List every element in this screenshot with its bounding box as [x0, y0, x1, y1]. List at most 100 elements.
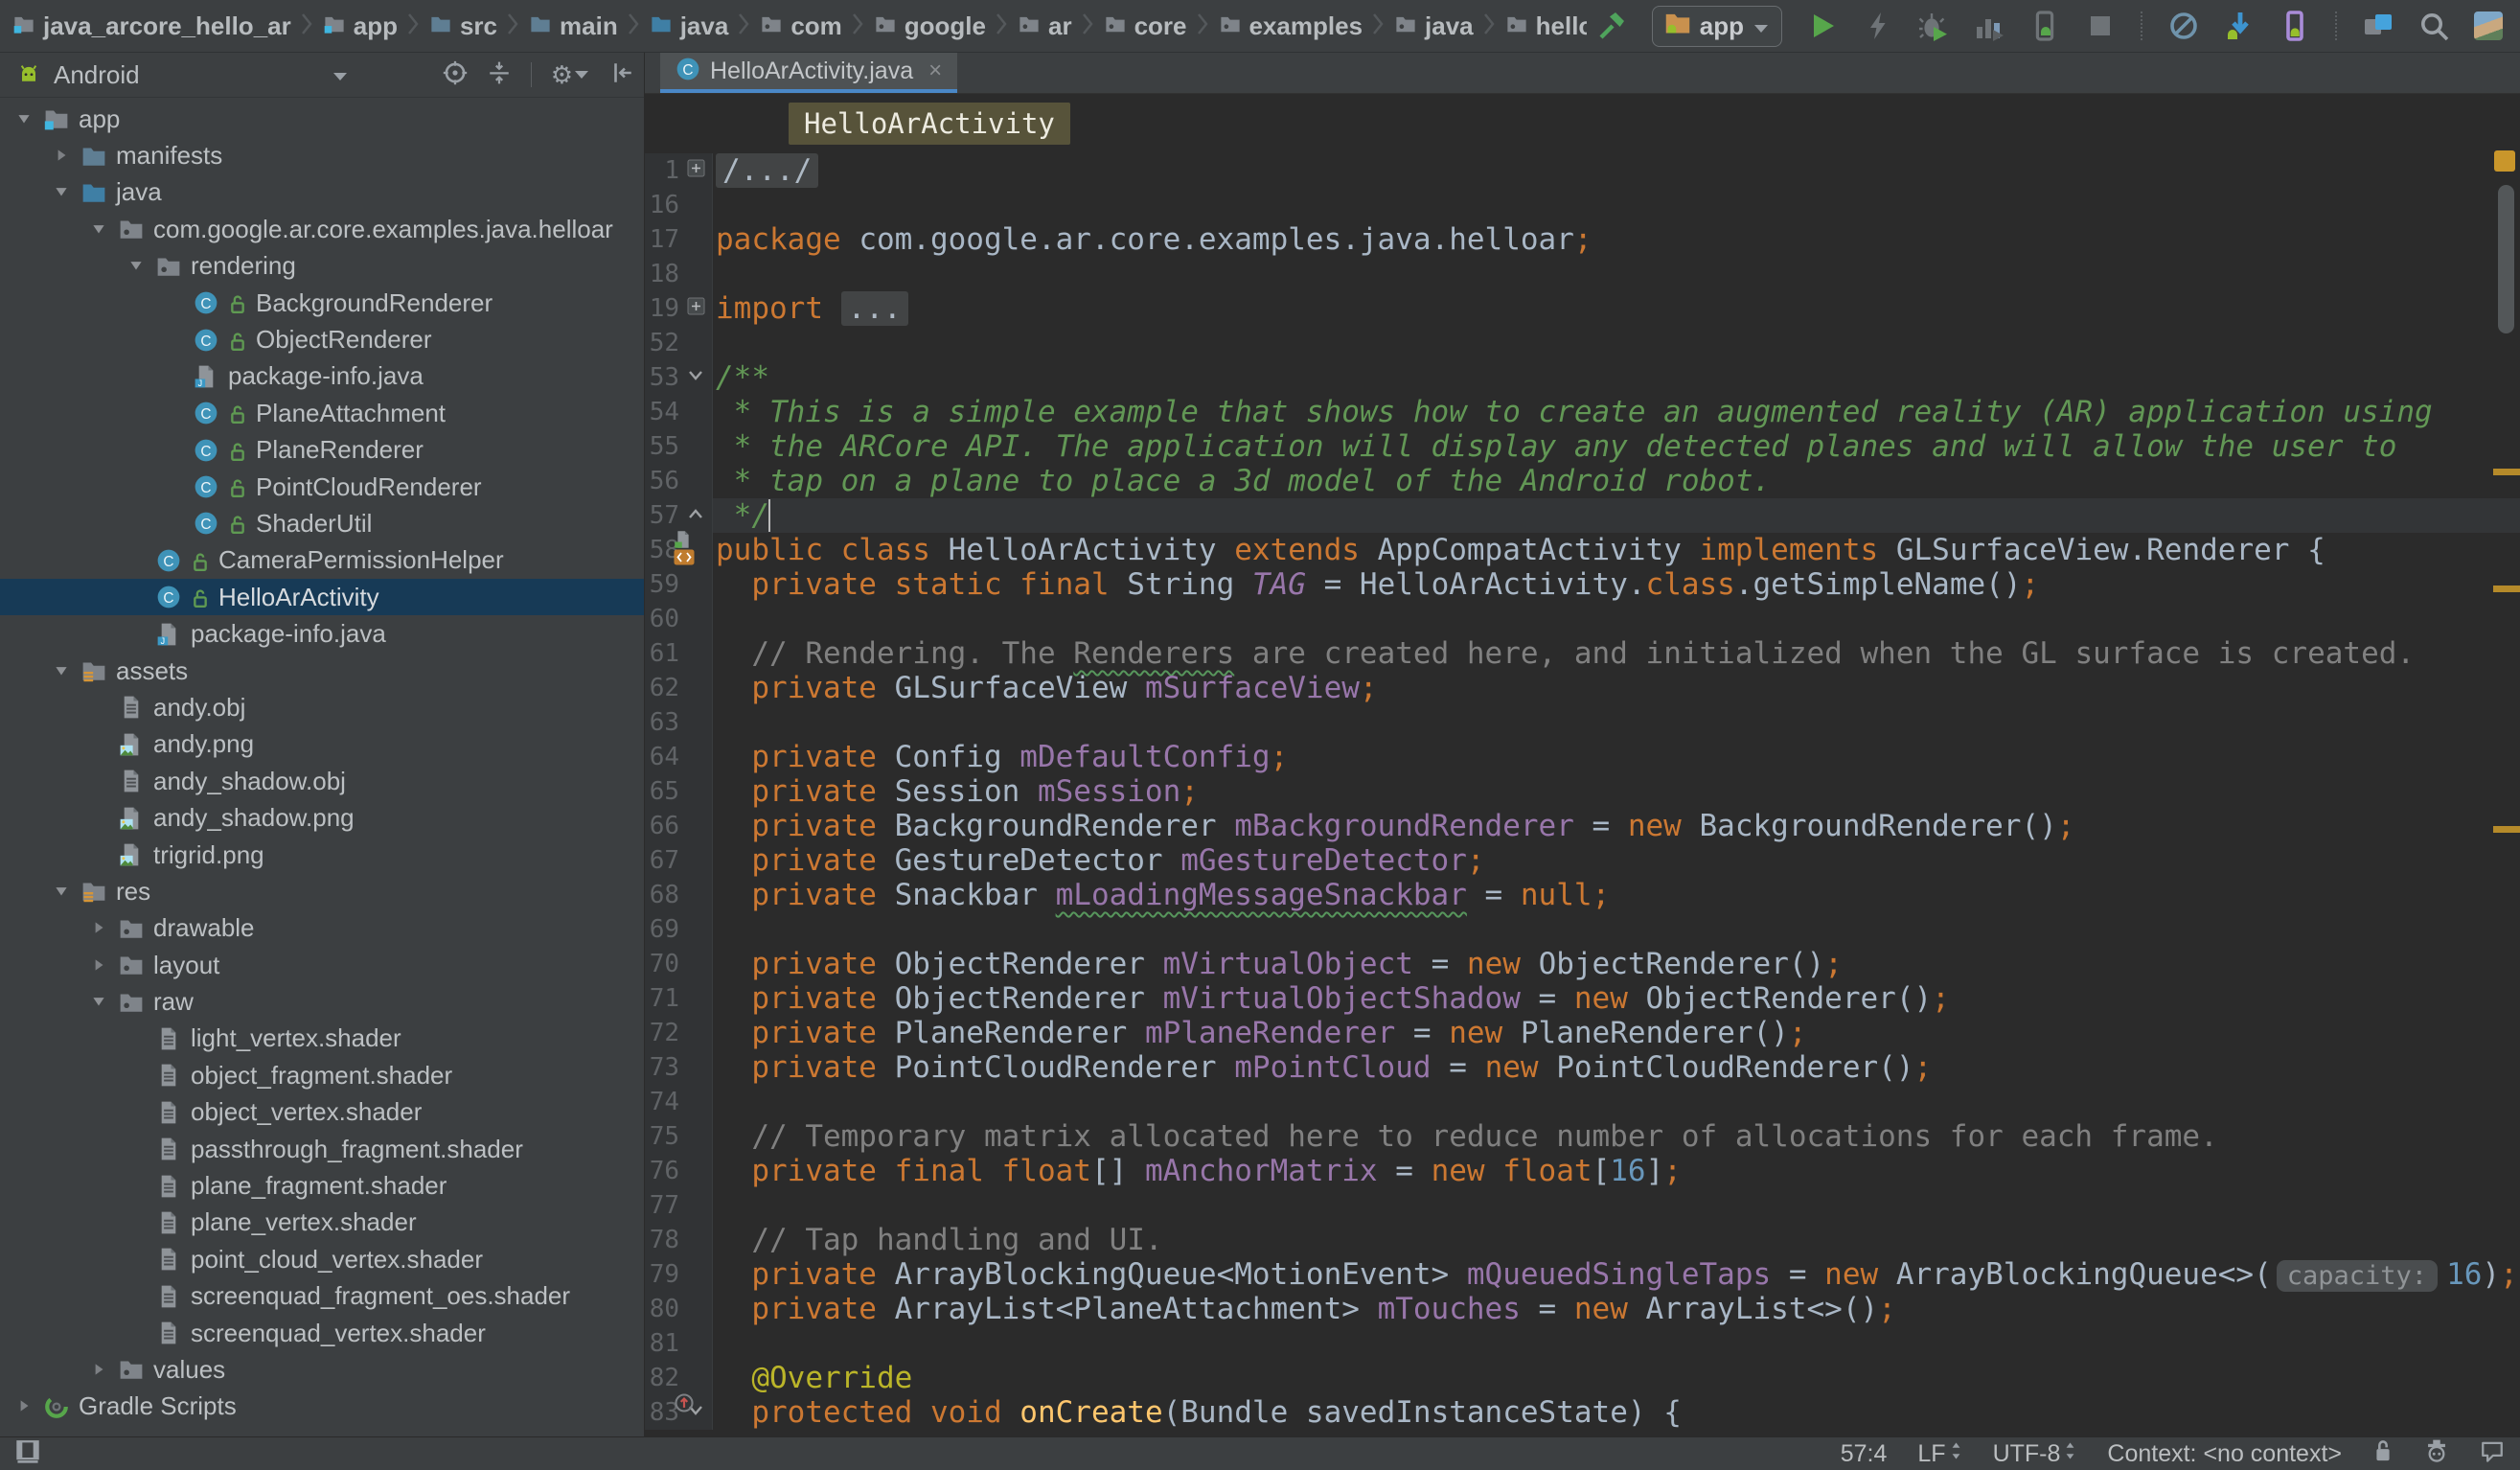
tree-item-plane-fragment-shader[interactable]: plane_fragment.shader — [0, 1167, 644, 1204]
stop-icon[interactable] — [2085, 11, 2116, 41]
tree-item-values[interactable]: values — [0, 1351, 644, 1388]
breadcrumb-item-java_arcore_hello_ar[interactable]: java_arcore_hello_ar — [13, 11, 291, 41]
lock-icon[interactable] — [2372, 1438, 2394, 1470]
code-line-77[interactable]: 77 — [645, 1188, 2520, 1223]
breadcrumb-item-ar[interactable]: ar — [1019, 11, 1072, 41]
fold-marker-icon[interactable] — [686, 368, 705, 388]
code-line-55[interactable]: 55 * the ARCore API. The application wil… — [645, 429, 2520, 464]
tree-item-screenquad-vertex-shader[interactable]: screenquad_vertex.shader — [0, 1315, 644, 1351]
tree-item-app[interactable]: app — [0, 101, 644, 137]
code-line-57[interactable]: 57 */ — [645, 498, 2520, 533]
attach-debugger-icon[interactable] — [2168, 11, 2199, 41]
build-hammer-icon[interactable] — [1596, 11, 1627, 41]
code-line-78[interactable]: 78 // Tap handling and UI. — [645, 1223, 2520, 1257]
close-icon[interactable]: × — [923, 57, 942, 84]
fold-expand-icon[interactable] — [687, 297, 705, 320]
tree-item-light-vertex-shader[interactable]: light_vertex.shader — [0, 1021, 644, 1057]
code-line-83[interactable]: 83 protected void onCreate(Bundle savedI… — [645, 1395, 2520, 1430]
tree-item-package-info-java[interactable]: Jpackage-info.java — [0, 615, 644, 652]
code-line-74[interactable]: 74 — [645, 1085, 2520, 1119]
tree-down-arrow-icon[interactable] — [90, 215, 119, 244]
tree-item-screenquad-fragment-oes-shader[interactable]: screenquad_fragment_oes.shader — [0, 1278, 644, 1315]
run-device-icon[interactable] — [2029, 11, 2060, 41]
inspection-status-square[interactable] — [2494, 150, 2515, 172]
tree-item-andy-shadow-obj[interactable]: andy_shadow.obj — [0, 763, 644, 799]
override-icon[interactable] — [674, 1392, 695, 1418]
fold-marker-icon[interactable] — [686, 506, 705, 526]
encoding-selector[interactable]: UTF-8 — [1993, 1440, 2077, 1468]
locate-icon[interactable] — [443, 60, 468, 90]
tree-down-arrow-icon[interactable] — [53, 877, 81, 907]
code-line-79[interactable]: 79 private ArrayBlockingQueue<MotionEven… — [645, 1257, 2520, 1292]
code-line-81[interactable]: 81 — [645, 1326, 2520, 1361]
tree-item-planeattachment[interactable]: CPlaneAttachment — [0, 395, 644, 431]
avd-manager-icon[interactable] — [2279, 11, 2310, 41]
tree-item-raw[interactable]: raw — [0, 983, 644, 1020]
editor-scrollbar[interactable] — [2498, 185, 2514, 333]
tree-down-arrow-icon[interactable] — [53, 656, 81, 686]
search-everywhere-icon[interactable] — [2418, 11, 2449, 41]
code-line-76[interactable]: 76 private final float[] mAnchorMatrix =… — [645, 1154, 2520, 1188]
inspector-hector-icon[interactable] — [2424, 1438, 2449, 1470]
tree-item-andy-obj[interactable]: andy.obj — [0, 689, 644, 725]
tree-item-drawable[interactable]: drawable — [0, 910, 644, 947]
code-line-68[interactable]: 68 private Snackbar mLoadingMessageSnack… — [645, 878, 2520, 912]
code-line-70[interactable]: 70 private ObjectRenderer mVirtualObject… — [645, 947, 2520, 981]
code-line-63[interactable]: 63 — [645, 705, 2520, 740]
code-editor[interactable]: 1/.../1617package com.google.ar.core.exa… — [645, 153, 2520, 1437]
sync-project-icon[interactable] — [2363, 11, 2394, 41]
project-view-selector[interactable]: Android — [54, 60, 140, 90]
tree-item-gradle-scripts[interactable]: Gradle Scripts — [0, 1389, 644, 1425]
tree-right-arrow-icon[interactable] — [90, 1355, 119, 1385]
tree-item-assets[interactable]: assets — [0, 653, 644, 689]
breadcrumb-item-app[interactable]: app — [324, 11, 398, 41]
tree-item-rendering[interactable]: rendering — [0, 248, 644, 285]
tree-right-arrow-icon[interactable] — [90, 951, 119, 980]
tree-item-backgroundrenderer[interactable]: CBackgroundRenderer — [0, 285, 644, 321]
tab-helloaractivity[interactable]: C HelloArActivity.java × — [660, 53, 957, 93]
tree-item-planerenderer[interactable]: CPlaneRenderer — [0, 432, 644, 469]
event-log-bubble-icon[interactable] — [2480, 1438, 2505, 1470]
breadcrumb-item-core[interactable]: core — [1105, 11, 1187, 41]
settings-gear-icon[interactable]: ⚙ — [551, 62, 590, 87]
collapse-all-icon[interactable] — [487, 60, 512, 90]
code-line-73[interactable]: 73 private PointCloudRenderer mPointClou… — [645, 1050, 2520, 1085]
tree-item-point-cloud-vertex-shader[interactable]: point_cloud_vertex.shader — [0, 1241, 644, 1277]
chevron-down-icon[interactable] — [332, 70, 349, 87]
code-line-71[interactable]: 71 private ObjectRenderer mVirtualObject… — [645, 981, 2520, 1016]
code-line-62[interactable]: 62 private GLSurfaceView mSurfaceView; — [645, 671, 2520, 705]
tree-item-object-vertex-shader[interactable]: object_vertex.shader — [0, 1094, 644, 1131]
run-icon[interactable] — [1807, 11, 1838, 41]
code-line-19[interactable]: 19import ... — [645, 291, 2520, 326]
code-line-69[interactable]: 69 — [645, 912, 2520, 947]
tree-item-manifests[interactable]: manifests — [0, 137, 644, 173]
warning-stripe-mark[interactable] — [2493, 586, 2520, 592]
tree-item-res[interactable]: res — [0, 873, 644, 909]
code-line-58[interactable]: 58public class HelloArActivity extends A… — [645, 533, 2520, 567]
breadcrumb-item-java[interactable]: java — [651, 11, 729, 41]
project-tree[interactable]: appmanifestsjavacom.google.ar.core.examp… — [0, 101, 644, 1437]
code-line-18[interactable]: 18 — [645, 257, 2520, 291]
tree-item-layout[interactable]: layout — [0, 947, 644, 983]
tree-right-arrow-icon[interactable] — [90, 913, 119, 943]
code-line-64[interactable]: 64 private Config mDefaultConfig; — [645, 740, 2520, 774]
warning-stripe-mark[interactable] — [2493, 469, 2520, 475]
profile-icon[interactable] — [1974, 11, 2005, 41]
tree-item-camerapermissionhelper[interactable]: CCameraPermissionHelper — [0, 542, 644, 579]
hide-panel-icon[interactable] — [609, 60, 634, 90]
breadcrumb-item-main[interactable]: main — [530, 11, 618, 41]
tree-item-com-google-ar-core-examples-java-helloar[interactable]: com.google.ar.core.examples.java.helloar — [0, 211, 644, 247]
tree-item-pointcloudrenderer[interactable]: CPointCloudRenderer — [0, 469, 644, 505]
code-line-53[interactable]: 53/** — [645, 360, 2520, 395]
sdk-manager-icon[interactable] — [2224, 11, 2255, 41]
caret-position[interactable]: 57:4 — [1841, 1440, 1888, 1468]
code-line-80[interactable]: 80 private ArrayList<PlaneAttachment> mT… — [645, 1292, 2520, 1326]
tree-item-passthrough-fragment-shader[interactable]: passthrough_fragment.shader — [0, 1131, 644, 1167]
tree-item-shaderutil[interactable]: CShaderUtil — [0, 505, 644, 541]
code-line-82[interactable]: 82 @Override — [645, 1361, 2520, 1395]
code-line-1[interactable]: 1/.../ — [645, 153, 2520, 188]
user-avatar[interactable] — [2474, 11, 2503, 40]
toolwindow-toggle-icon[interactable] — [15, 1438, 40, 1470]
tree-down-arrow-icon[interactable] — [53, 177, 81, 207]
fold-expand-icon[interactable] — [687, 159, 705, 182]
